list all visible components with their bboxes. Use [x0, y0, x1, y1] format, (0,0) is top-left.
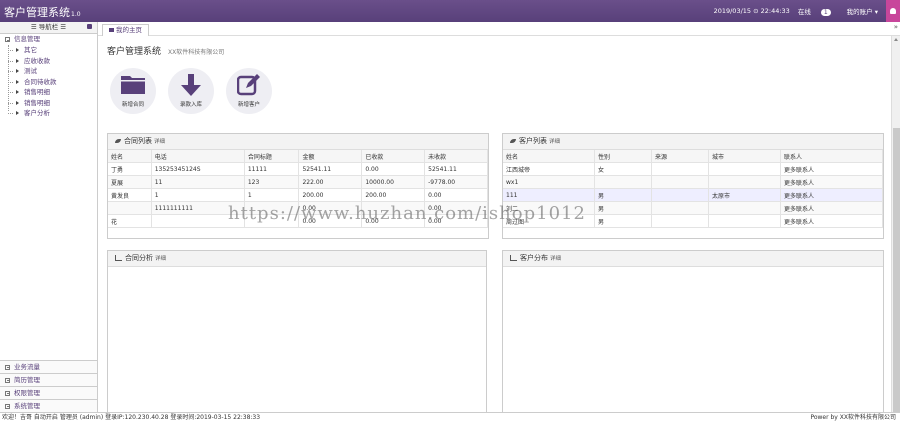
table-row[interactable]: 江西城帝女更多联系人	[503, 162, 883, 176]
sidebar-item[interactable]: 客户分析	[8, 108, 97, 119]
leaf-icon	[115, 139, 121, 143]
more-contacts-link[interactable]: 更多联系人	[780, 175, 883, 189]
contract-analysis-detail-link[interactable]: 详细	[155, 256, 166, 262]
scrollbar-thumb[interactable]	[893, 128, 900, 412]
sidebar-items: 其它 应收收款 测试 合同待收款 销售明细 销售明细 客户分析	[0, 45, 97, 119]
lock-icon[interactable]	[87, 24, 92, 29]
more-contacts-link[interactable]: 更多联系人	[780, 201, 883, 215]
expand-icon	[5, 390, 10, 396]
caret-right-icon	[16, 48, 19, 52]
table-row[interactable]: wx1 更多联系人	[503, 175, 883, 189]
page-subtitle: XX软件科技有限公司	[168, 49, 225, 56]
online-status[interactable]: 在线 1	[798, 6, 839, 16]
edit-icon	[237, 74, 260, 96]
tab-bar: 我的主页 »	[98, 22, 900, 36]
vertical-scrollbar[interactable]	[891, 36, 900, 412]
contract-detail-link[interactable]: 详细	[154, 139, 165, 145]
online-count-badge: 1	[820, 9, 831, 16]
table-row[interactable]: 夏展 11 123 222.00 10000.00 -9778.00	[108, 175, 488, 189]
bar-chart-icon	[510, 255, 517, 261]
customer-detail-link[interactable]: 详细	[549, 139, 560, 145]
tab-scroll-right-icon[interactable]: »	[894, 23, 898, 31]
scroll-up-icon[interactable]	[894, 38, 898, 41]
leaf-icon	[510, 139, 516, 143]
sidebar-item[interactable]: 销售明细	[8, 98, 97, 109]
caret-right-icon	[16, 58, 19, 63]
collapse-icon	[5, 37, 10, 42]
app-version: 1.0	[71, 11, 81, 18]
watermark: https://www.huzhan.com/ishop1012	[228, 203, 586, 224]
tab-home[interactable]: 我的主页	[102, 24, 149, 36]
contract-analysis-panel: 合同分析 详细	[107, 250, 487, 414]
more-contacts-link[interactable]: 更多联系人	[780, 162, 883, 176]
arrow-down-icon	[181, 74, 201, 96]
expand-icon	[5, 377, 10, 383]
panel-header: 客户分布 详细	[503, 251, 883, 267]
caret-right-icon	[16, 69, 19, 73]
sidebar-group-info[interactable]: 信息管理	[0, 34, 97, 45]
caret-right-icon	[16, 100, 19, 105]
page-title: 客户管理系统	[107, 47, 162, 57]
sidebar-item[interactable]: 销售明细	[8, 87, 97, 98]
user-menu[interactable]: 我的账户 ▾	[847, 6, 878, 16]
datetime: 2019/03/15 ⊙ 22:44:33	[713, 7, 790, 15]
app-title: 客户管理系统	[4, 6, 70, 19]
expand-icon	[5, 364, 10, 370]
table-row[interactable]: 111 男太原市 更多联系人	[503, 188, 883, 202]
sidebar-item[interactable]: 应收收款	[8, 56, 97, 67]
more-contacts-link[interactable]: 更多联系人	[780, 214, 883, 228]
more-contacts-link[interactable]: 更多联系人	[780, 188, 883, 202]
sidebar-item[interactable]: 其它	[8, 45, 97, 56]
expand-icon	[5, 403, 10, 409]
record-payment-button[interactable]: 录款入库	[168, 68, 214, 114]
sidebar: ☰ 导航栏 ☰ 信息管理 其它 应收收款 测试 合同待收款 销售明细 销售明细 …	[0, 22, 98, 412]
caret-right-icon	[16, 79, 19, 84]
panel-header: 合同分析 详细	[108, 251, 486, 267]
sidebar-group[interactable]: 权限管理	[0, 386, 97, 399]
sidebar-item[interactable]: 测试	[8, 66, 97, 77]
add-customer-button[interactable]: 新增客户	[226, 68, 272, 114]
folder-icon	[121, 76, 145, 94]
status-bar: 欢迎！吉哥 自动开启 管理员 (admin) 登录IP:120.230.40.2…	[0, 412, 900, 423]
main-content: 客户管理系统 XX软件科技有限公司 新增合同 录款入库 新增客户 合同列表 详细 …	[98, 36, 891, 414]
sidebar-bottom-groups: 业务流量 简历管理 权限管理 系统管理	[0, 360, 97, 412]
sidebar-group[interactable]: 简历管理	[0, 373, 97, 386]
add-contract-button[interactable]: 新增合同	[110, 68, 156, 114]
panel-header: 合同列表 详细	[108, 134, 488, 150]
panel-header: 客户列表 详细	[503, 134, 883, 150]
bell-icon[interactable]	[886, 0, 900, 22]
app-brand[interactable]: 客户管理系统1.0	[4, 4, 81, 20]
top-bar: 客户管理系统1.0 2019/03/15 ⊙ 22:44:33 在线 1 我的账户…	[0, 0, 900, 22]
caret-right-icon	[16, 90, 19, 94]
sidebar-header: ☰ 导航栏 ☰	[0, 22, 97, 34]
caret-right-icon	[16, 111, 19, 115]
sidebar-item[interactable]: 合同待收款	[8, 77, 97, 88]
table-row[interactable]: 丁勇 13525345124S 11111 52541.11 0.00 52541.11	[108, 162, 488, 176]
sidebar-group[interactable]: 业务流量	[0, 360, 97, 373]
table-row[interactable]: 黄发良 1 1 200.00 200.00 0.00	[108, 188, 488, 202]
sidebar-title: ☰ 导航栏 ☰	[30, 23, 67, 31]
customer-distribution-panel: 客户分布 详细	[502, 250, 884, 414]
bar-chart-icon	[115, 255, 122, 261]
sidebar-group[interactable]: 系统管理	[0, 399, 97, 412]
customer-distribution-detail-link[interactable]: 详细	[550, 256, 561, 262]
home-icon	[109, 28, 114, 32]
